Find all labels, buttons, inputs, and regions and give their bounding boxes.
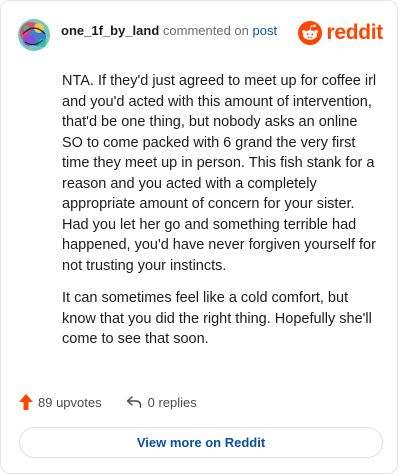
comment-body: NTA. If they'd just agreed to meet up fo… (62, 71, 382, 362)
avatar[interactable] (17, 18, 51, 52)
comment-actions: 89 upvotes 0 replies (18, 393, 197, 411)
embedded-comment-card: one_1f_by_land commented on post reddit … (0, 0, 398, 474)
reddit-wordmark: reddit (326, 21, 383, 44)
upvote-arrow-icon (19, 394, 33, 410)
upvote-button[interactable]: 89 upvotes (18, 393, 102, 411)
upvote-count: 89 upvotes (38, 394, 102, 410)
comment-header: one_1f_by_land commented on post reddit (17, 15, 383, 55)
commented-on-text: commented on (162, 23, 249, 38)
author-username[interactable]: one_1f_by_land (61, 23, 159, 38)
reply-count: 0 replies (147, 394, 197, 410)
reddit-logo-icon (298, 21, 323, 45)
comment-paragraph: NTA. If they'd just agreed to meet up fo… (62, 73, 377, 274)
reply-button[interactable]: 0 replies (126, 395, 197, 410)
post-link[interactable]: post (253, 23, 278, 38)
comment-meta: one_1f_by_land commented on post (61, 23, 277, 39)
view-more-button[interactable]: View more on Reddit (19, 427, 383, 458)
reply-arrow-icon (126, 396, 141, 408)
comment-paragraph: It can sometimes feel like a cold comfor… (62, 290, 372, 347)
reddit-brand[interactable]: reddit (298, 21, 383, 45)
